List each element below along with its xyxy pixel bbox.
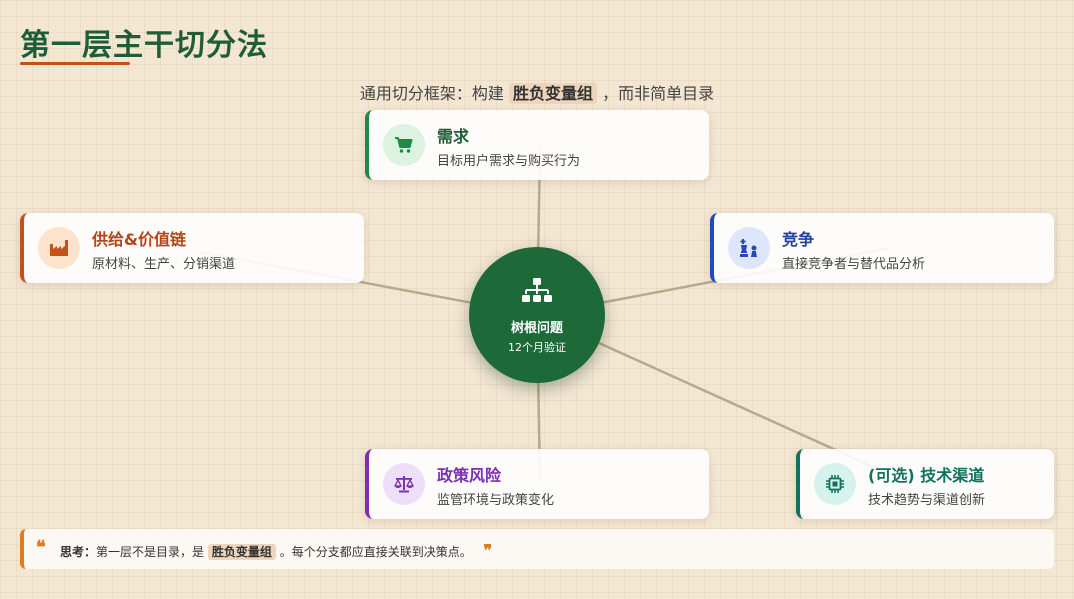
note-box: ❝ 思考：第一层不是目录，是 胜负变量组 。每个分支都应直接关联到决策点。 ❞ [20,529,1054,569]
branch-title-supply: 供给&价值链 [92,230,186,249]
branch-desc-policy: 监管环境与政策变化 [437,493,555,508]
note-highlight: 胜负变量组 [207,544,276,560]
branch-card-supply[interactable]: 供给&价值链 原材料、生产、分销渠道 [20,213,364,283]
branch-desc-competition: 直接竞争者与替代品分析 [782,257,926,272]
close-quote-icon: ❞ [483,541,493,560]
chip-icon [814,463,856,505]
note-text-before: 第一层不是目录，是 [96,545,205,559]
branch-card-policy[interactable]: 政策风险 监管环境与政策变化 [365,449,709,519]
chess-icon [728,227,770,269]
hub-subtitle: 12个月验证 [508,341,566,354]
scale-icon [383,463,425,505]
branch-card-competition[interactable]: 竞争 直接竞争者与替代品分析 [710,213,1054,283]
note-text-after: 。每个分支都应直接关联到决策点。 [279,545,472,559]
branch-card-tech[interactable]: (可选) 技术渠道 技术趋势与渠道创新 [796,449,1054,519]
factory-icon [38,227,80,269]
branch-desc-supply: 原材料、生产、分销渠道 [92,257,236,272]
root-hub[interactable]: 树根问题 12个月验证 [469,247,605,383]
branch-title-competition: 竞争 [782,230,815,249]
branch-title-policy: 政策风险 [437,466,502,485]
branch-desc-tech: 技术趋势与渠道创新 [868,493,986,508]
open-quote-icon: ❝ [36,537,46,558]
branch-title-demand: 需求 [437,127,470,146]
hub-title: 树根问题 [510,321,563,336]
note-text: 思考：第一层不是目录，是 胜负变量组 。每个分支都应直接关联到决策点。 ❞ [60,541,492,560]
cart-icon [383,124,425,166]
note-label: 思考： [60,545,97,559]
branch-desc-demand: 目标用户需求与购买行为 [437,154,581,169]
sitemap-icon [522,278,552,302]
branch-card-demand[interactable]: 需求 目标用户需求与购买行为 [365,110,709,180]
branch-title-tech: (可选) 技术渠道 [868,466,985,485]
